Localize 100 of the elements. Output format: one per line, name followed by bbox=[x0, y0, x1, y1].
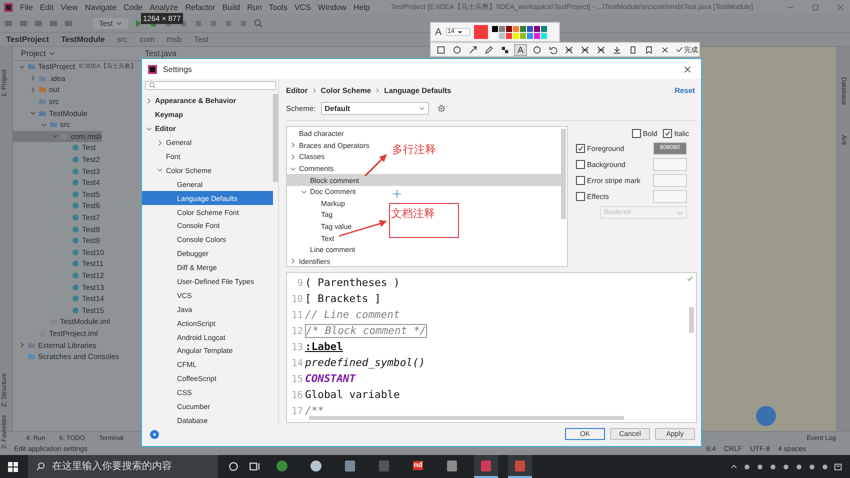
color-swatch[interactable] bbox=[653, 190, 687, 202]
search-field[interactable] bbox=[145, 81, 276, 90]
editor-tab[interactable]: Test.java bbox=[144, 49, 176, 58]
annotation-arrow bbox=[364, 153, 388, 177]
menu-item[interactable]: Help bbox=[353, 2, 370, 12]
download-icon bbox=[612, 46, 620, 54]
palette-color[interactable] bbox=[520, 32, 526, 38]
palette-color[interactable] bbox=[526, 26, 533, 32]
menu-item[interactable]: Refactor bbox=[185, 2, 216, 12]
code-line: // Line comment bbox=[305, 309, 400, 321]
font-icon: A bbox=[435, 26, 442, 38]
menu-item[interactable]: VCS bbox=[294, 2, 311, 12]
mosaic-icon bbox=[500, 46, 508, 54]
palette-color[interactable] bbox=[534, 32, 540, 38]
breadcrumb-item[interactable]: msb bbox=[166, 35, 182, 44]
caret-icon bbox=[116, 20, 122, 26]
caret-icon bbox=[48, 50, 55, 56]
menu-item[interactable]: Run bbox=[247, 2, 262, 12]
app-icon bbox=[480, 460, 492, 472]
menu-item[interactable]: Tools bbox=[268, 2, 288, 12]
line-number: 12 bbox=[290, 326, 303, 336]
circle-icon bbox=[452, 46, 460, 54]
ide-logo-icon bbox=[148, 64, 157, 74]
breadcrumb-item[interactable]: Test bbox=[194, 35, 208, 44]
number-icon bbox=[532, 46, 540, 54]
palette-color[interactable] bbox=[534, 26, 540, 32]
menu-item[interactable]: Window bbox=[318, 2, 346, 12]
undo-icon bbox=[548, 46, 556, 54]
line-number: 16 bbox=[290, 390, 303, 400]
palette-color[interactable] bbox=[540, 32, 547, 38]
scrollbar[interactable] bbox=[309, 416, 624, 420]
line-number: 10 bbox=[290, 294, 303, 304]
code-line: :Label bbox=[305, 341, 343, 353]
code-line: predefined_symbol() bbox=[305, 357, 426, 369]
check-icon bbox=[687, 276, 693, 282]
color-swatch[interactable] bbox=[653, 158, 687, 170]
close-icon[interactable] bbox=[684, 66, 691, 72]
caret-icon bbox=[677, 210, 683, 216]
chevron-icon bbox=[312, 88, 317, 92]
app-icon bbox=[378, 460, 390, 472]
breadcrumb-item[interactable]: src bbox=[116, 35, 128, 44]
menu-item[interactable]: Edit bbox=[40, 2, 54, 12]
bookmark-icon bbox=[644, 46, 652, 54]
tool-button[interactable] bbox=[482, 44, 495, 56]
menu-item[interactable]: Analyze bbox=[150, 2, 178, 12]
tool-button[interactable]: A bbox=[514, 44, 527, 56]
arrow-icon bbox=[468, 46, 476, 54]
windows-logo-icon[interactable] bbox=[8, 462, 18, 472]
menu-item[interactable]: File bbox=[20, 2, 33, 12]
palette-color[interactable] bbox=[492, 26, 498, 32]
caret-icon[interactable] bbox=[730, 462, 738, 470]
check-icon bbox=[577, 144, 584, 152]
palette-color[interactable] bbox=[506, 26, 512, 32]
scrollbar[interactable] bbox=[273, 94, 278, 182]
color-swatch[interactable] bbox=[653, 174, 687, 186]
breadcrumb-item[interactable]: com bbox=[140, 35, 155, 44]
code-line: [ Brackets ] bbox=[305, 293, 381, 305]
notification-icon[interactable] bbox=[834, 462, 842, 470]
palette-color[interactable] bbox=[512, 26, 519, 32]
palette-color[interactable] bbox=[498, 32, 505, 38]
palette-color[interactable] bbox=[526, 32, 533, 38]
help-icon[interactable] bbox=[150, 430, 159, 438]
gear-icon[interactable] bbox=[436, 104, 446, 112]
annotation-box: 文档注释 bbox=[389, 203, 459, 238]
circle-icon[interactable] bbox=[228, 461, 239, 472]
palette-color[interactable] bbox=[512, 32, 519, 38]
line-number: 17 bbox=[290, 406, 303, 416]
menu-item[interactable]: Build bbox=[222, 2, 240, 12]
pencil-icon bbox=[484, 46, 492, 54]
dialog-title: Settings bbox=[163, 64, 192, 74]
current-color-swatch[interactable] bbox=[474, 25, 488, 39]
menu-item[interactable]: Navigate bbox=[84, 2, 116, 12]
breadcrumb-item[interactable]: TestModule bbox=[60, 35, 105, 44]
search-icon bbox=[149, 82, 156, 89]
check-icon bbox=[676, 46, 683, 53]
line-number: 11 bbox=[290, 310, 303, 320]
app-icon bbox=[514, 460, 526, 472]
palette-color[interactable] bbox=[492, 32, 498, 38]
taskbar-app[interactable] bbox=[508, 455, 532, 478]
search-icon[interactable] bbox=[254, 18, 263, 28]
breadcrumb-item[interactable]: TestProject bbox=[6, 35, 49, 44]
scrollbar[interactable] bbox=[561, 129, 566, 219]
taskbar-app[interactable] bbox=[474, 455, 498, 478]
palette-color[interactable] bbox=[498, 26, 505, 32]
close-icon bbox=[660, 46, 668, 54]
menu-item[interactable]: Code bbox=[123, 2, 143, 12]
run-icon[interactable] bbox=[134, 18, 143, 28]
menu-item[interactable]: View bbox=[60, 2, 78, 12]
code-line: /** bbox=[305, 405, 324, 417]
line-number: 9 bbox=[296, 278, 303, 288]
search-field[interactable]: 在这里输入你要搜索的内容 bbox=[28, 455, 218, 478]
crosshair-icon bbox=[393, 190, 401, 198]
code-line: ( Parentheses ) bbox=[305, 277, 400, 289]
task-view-icon[interactable] bbox=[249, 461, 260, 472]
palette-color[interactable] bbox=[506, 32, 512, 38]
palette-color[interactable] bbox=[540, 26, 547, 32]
panel-title[interactable]: Project bbox=[21, 49, 55, 58]
palette-color[interactable] bbox=[520, 26, 526, 32]
scrollbar[interactable] bbox=[689, 307, 694, 333]
app-icon bbox=[446, 460, 458, 472]
